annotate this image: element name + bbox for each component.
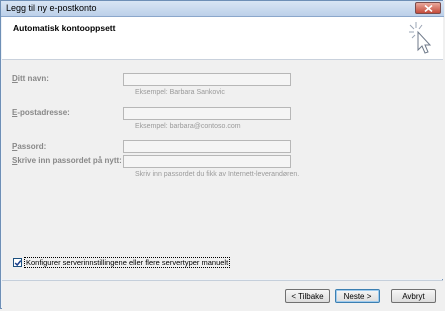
email-label: E-postadresse:	[12, 108, 70, 117]
title-bar[interactable]: Legg til ny e-postkonto	[1, 1, 444, 17]
close-button[interactable]	[415, 2, 441, 14]
button-bar: < Tilbake Neste > Avbryt	[2, 281, 443, 309]
name-input[interactable]	[123, 73, 291, 86]
cancel-button[interactable]: Avbryt	[391, 289, 436, 303]
back-button-label: < Tilbake	[291, 292, 324, 301]
manual-config-label[interactable]: Konfigurer serverinnstillingene eller fl…	[24, 256, 231, 268]
wizard-cursor-icon	[409, 22, 432, 54]
checkmark-icon	[14, 259, 22, 266]
form-area: Ditt navn: Eksempel: Barbara Sankovic E-…	[2, 60, 443, 279]
manual-config-checkbox[interactable]	[13, 257, 22, 267]
name-hint: Eksempel: Barbara Sankovic	[135, 89, 225, 96]
password-hint: Skriv inn passordet du fikk av Internett…	[135, 171, 300, 178]
window-title: Legg til ny e-postkonto	[6, 3, 97, 13]
back-button[interactable]: < Tilbake	[285, 289, 330, 303]
email-input[interactable]	[123, 107, 291, 120]
repeat-password-input[interactable]	[123, 155, 291, 168]
page-heading: Automatisk kontooppsett	[13, 23, 116, 33]
dialog-window: Legg til ny e-postkonto Automatisk konto…	[0, 0, 444, 309]
repeat-password-label: Skrive inn passordet på nytt:	[12, 156, 122, 165]
email-hint: Eksempel: barbara@contoso.com	[135, 123, 241, 130]
manual-config-option[interactable]: Konfigurer serverinnstillingene eller fl…	[13, 256, 231, 268]
password-label: Passord:	[12, 142, 47, 151]
wizard-header: Automatisk kontooppsett	[2, 17, 443, 60]
password-input[interactable]	[123, 140, 291, 153]
next-button[interactable]: Neste >	[335, 289, 380, 303]
cancel-button-label: Avbryt	[402, 292, 425, 301]
close-icon	[424, 5, 433, 12]
name-label: Ditt navn:	[12, 74, 49, 83]
next-button-label: Neste >	[343, 292, 372, 301]
